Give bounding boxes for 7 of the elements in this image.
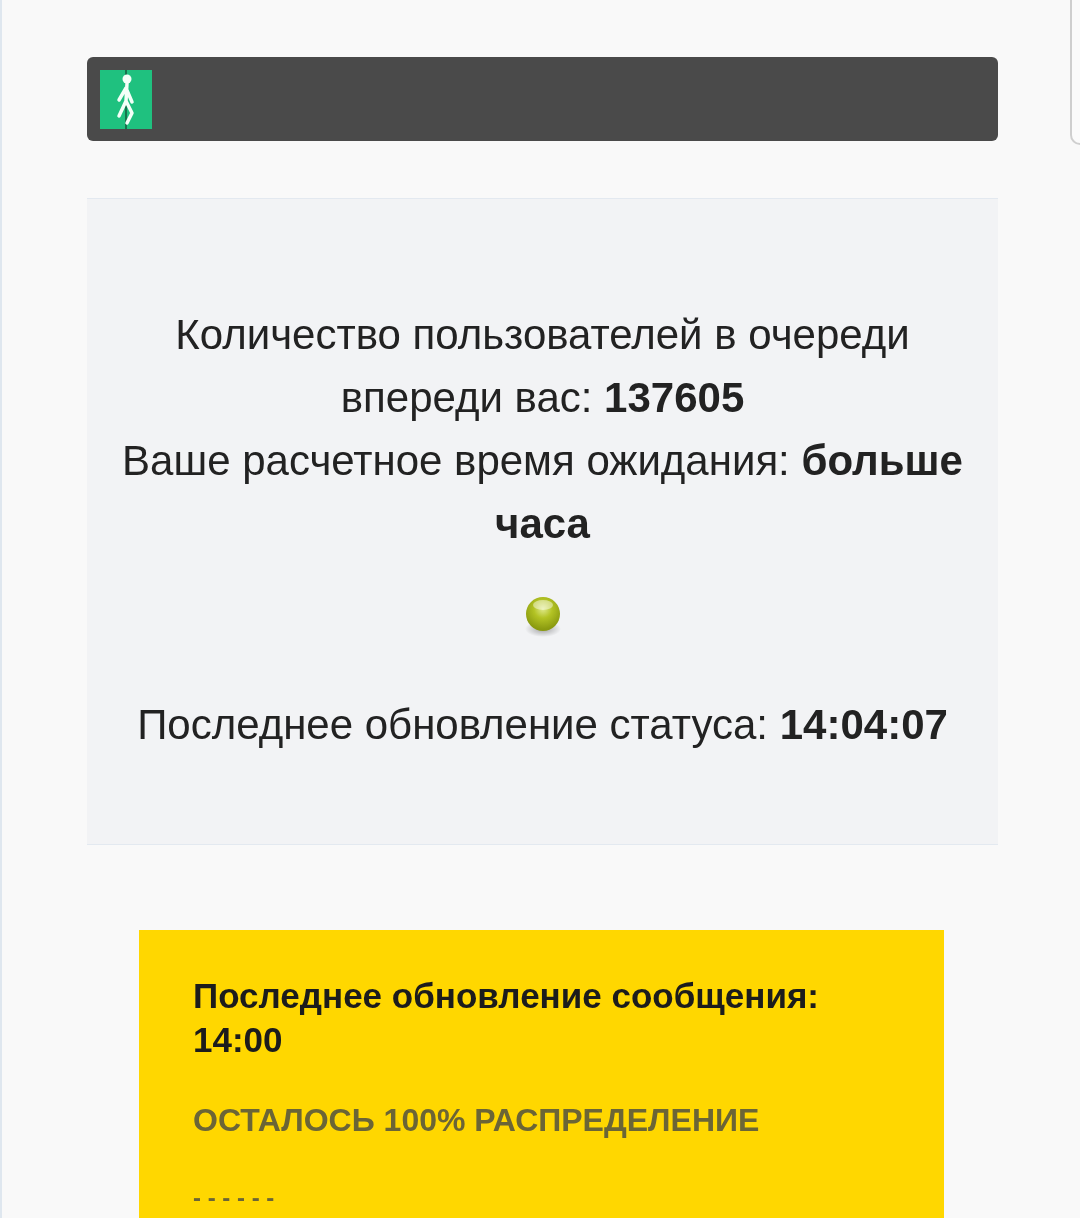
message-notice: ОСТАЛОСЬ 100% РАСПРЕДЕЛЕНИЕ bbox=[193, 1101, 761, 1140]
message-divider-text: - - - - - - bbox=[193, 1184, 276, 1212]
status-update-text: Последнее обновление статуса: 14:04:07 bbox=[137, 700, 948, 750]
message-update-title: Последнее обновление сообщения: 14:00 bbox=[193, 975, 821, 1061]
wait-time-text: Ваше расчетное время ожидания: больше часа bbox=[121, 436, 964, 549]
walking-person-icon bbox=[100, 69, 152, 129]
scrollbar-thumb[interactable] bbox=[1070, 0, 1080, 145]
